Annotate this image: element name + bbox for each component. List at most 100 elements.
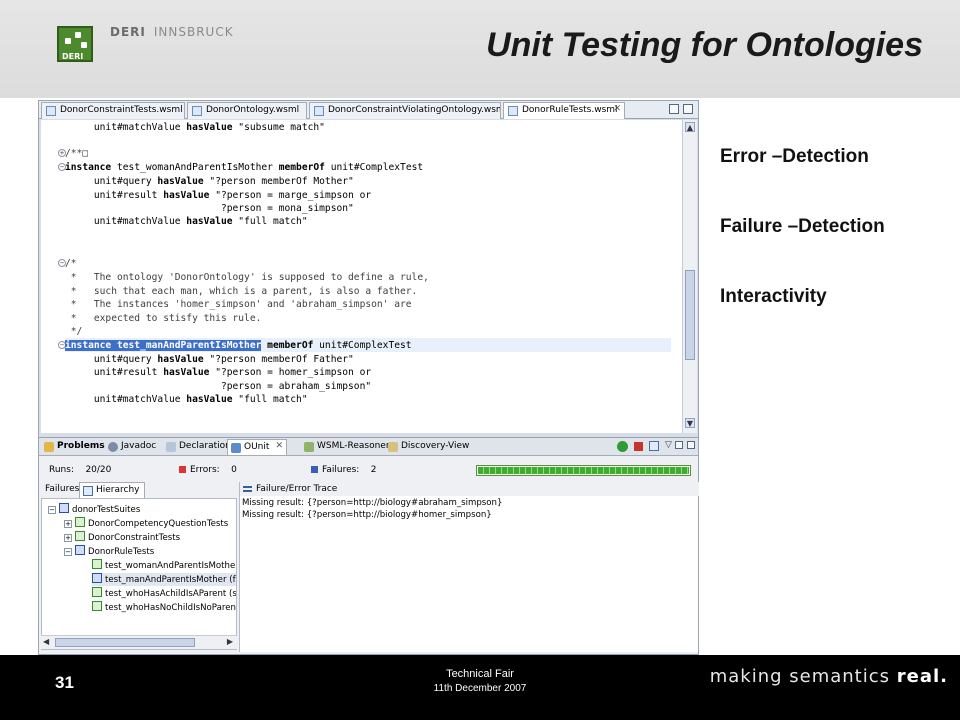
trace-line[interactable]: Missing result: {?person=http://biology#… xyxy=(242,510,492,520)
tab-declaration[interactable]: Declaration xyxy=(163,439,235,455)
tab-hierarchy[interactable]: Hierarchy xyxy=(79,482,145,498)
tab-donor-constraint-tests[interactable]: DonorConstraintTests.wsml xyxy=(41,102,185,119)
logo-primary: DERI xyxy=(110,25,146,39)
tree-node-test-selected[interactable]: test_manAndParentIsMother (ful xyxy=(92,573,236,586)
suite-failed-icon xyxy=(59,503,69,513)
trace-icon xyxy=(243,486,252,492)
tab-javadoc[interactable]: Javadoc xyxy=(105,439,160,455)
failures-stat: Failures: 2 xyxy=(311,465,377,475)
trace-line[interactable]: Missing result: {?person=http://biology#… xyxy=(242,498,502,508)
comment-line: * The ontology 'DonorOntology' is suppos… xyxy=(65,272,429,283)
maximize-icon[interactable] xyxy=(683,104,693,114)
trace-header: Failure/Error Trace xyxy=(240,482,699,496)
ounit-icon xyxy=(231,443,241,453)
tab-donor-constraint-violating[interactable]: DonorConstraintViolatingOntology.wsml xyxy=(309,102,501,119)
slide-header: DERI DERI INNSBRUCK Unit Testing for Onto… xyxy=(0,0,960,98)
code-line: unit#matchValue hasValue "full match" xyxy=(65,394,308,405)
scroll-thumb[interactable] xyxy=(55,638,195,647)
scroll-down-icon[interactable]: ▼ xyxy=(685,418,695,428)
code-line: ?person = mona_simpson" xyxy=(65,203,354,214)
tab-label: DonorRuleTests.wsml xyxy=(522,105,618,115)
code-line: unit#query hasValue "?person memberOf Mo… xyxy=(65,176,354,187)
comment-line: * such that each man, which is a parent,… xyxy=(65,286,418,297)
tab-problems[interactable]: Problems xyxy=(41,439,109,455)
test-progress-bar xyxy=(476,465,691,476)
tab-label: DonorConstraintTests.wsml xyxy=(60,105,183,115)
code-line: instance test_womanAndParentIsMother mem… xyxy=(65,162,424,173)
javadoc-icon xyxy=(108,442,118,452)
reasoner-icon xyxy=(304,442,314,452)
code-line: /**□ xyxy=(65,148,89,159)
tree-horizontal-scrollbar[interactable]: ◀ ▶ xyxy=(41,635,237,649)
logo-mark-text: DERI xyxy=(62,52,84,61)
tagline: making semantics real. xyxy=(710,666,948,687)
logo-dot xyxy=(65,38,71,44)
scroll-thumb[interactable] xyxy=(685,270,695,360)
close-tab-icon[interactable]: ✕ xyxy=(275,441,283,451)
runs-stat: Runs: 20/20 xyxy=(49,465,112,475)
suite-failed-icon xyxy=(75,545,85,555)
tree-node-root[interactable]: − donorTestSuites xyxy=(48,503,140,516)
code-line-selected: instance test_manAndParentIsMother membe… xyxy=(65,340,412,351)
tab-failures[interactable]: Failures xyxy=(41,482,83,498)
tab-donor-ontology[interactable]: DonorOntology.wsml xyxy=(187,102,307,119)
code-line: unit#query hasValue "?person memberOf Fa… xyxy=(65,354,354,365)
view-menu-icon[interactable]: ▽ xyxy=(665,439,672,450)
ounit-panel: Problems Javadoc Declaration OUnit ✕ WSML… xyxy=(39,437,699,654)
bullet-error-detection: Error –Detection xyxy=(720,146,869,167)
tab-ounit[interactable]: OUnit ✕ xyxy=(227,439,287,455)
close-tab-icon[interactable]: ✕ xyxy=(613,104,621,114)
maximize-icon[interactable] xyxy=(687,441,695,449)
tab-label: DonorConstraintViolatingOntology.wsml xyxy=(328,105,501,115)
wsml-file-icon xyxy=(192,106,202,116)
selected-text[interactable]: instance test_manAndParentIsMother xyxy=(65,340,262,351)
tree-node-suite[interactable]: + DonorConstraintTests xyxy=(64,531,180,544)
tree-node-suite[interactable]: − DonorRuleTests xyxy=(64,545,154,558)
tree-node-test[interactable]: test_whoHasNoChildIsNoParent ( xyxy=(92,601,236,614)
ide-screenshot: DonorConstraintTests.wsml DonorOntology.… xyxy=(38,100,699,655)
code-line: unit#result hasValue "?person = homer_si… xyxy=(65,367,372,378)
errors-stat: Errors: 0 xyxy=(179,465,237,475)
deri-logo: DERI xyxy=(57,26,93,62)
minimize-icon[interactable] xyxy=(669,104,679,114)
panel-tabbar: Problems Javadoc Declaration OUnit ✕ WSML… xyxy=(39,438,698,456)
comment-line: /* xyxy=(65,258,77,269)
test-failed-icon xyxy=(92,573,102,583)
tree-node-suite[interactable]: + DonorCompetencyQuestionTests xyxy=(64,517,228,530)
minimize-icon[interactable] xyxy=(675,441,683,449)
history-icon[interactable] xyxy=(649,441,659,451)
logo-secondary: INNSBRUCK xyxy=(153,25,234,39)
comment-line: */ xyxy=(65,326,83,337)
logo-dot xyxy=(81,42,87,48)
comment-line: * The instances 'homer_simpson' and 'abr… xyxy=(65,299,412,310)
tab-label: DonorOntology.wsml xyxy=(206,105,300,115)
tagline-emphasis: real. xyxy=(896,666,948,687)
suite-passed-icon xyxy=(75,517,85,527)
errors-value: 0 xyxy=(231,465,237,475)
tab-wsml-reasoner[interactable]: WSML-Reasoner xyxy=(301,439,394,455)
declaration-icon xyxy=(166,442,176,452)
tree-node-test[interactable]: test_whoHasAchildIsAParent (su xyxy=(92,587,236,600)
stop-icon[interactable] xyxy=(634,442,643,451)
wsml-file-icon xyxy=(314,106,324,116)
suite-passed-icon xyxy=(75,531,85,541)
discovery-icon xyxy=(388,442,398,452)
scroll-up-icon[interactable]: ▲ xyxy=(685,122,695,132)
wsml-file-icon xyxy=(508,106,518,116)
code-line: unit#matchValue hasValue "full match" xyxy=(65,216,308,227)
progress-fill xyxy=(478,467,689,474)
tagline-prefix: making semantics xyxy=(709,666,891,687)
editor-vertical-scrollbar[interactable]: ▲ ▼ xyxy=(682,120,697,433)
error-icon xyxy=(179,466,186,473)
tree-node-test[interactable]: test_womanAndParentIsMother ( xyxy=(92,559,236,572)
scroll-right-icon[interactable]: ▶ xyxy=(227,637,233,646)
code-editor[interactable]: unit#matchValue hasValue "subsume match"… xyxy=(41,120,697,433)
tab-donor-rule-tests[interactable]: DonorRuleTests.wsml ✕ xyxy=(503,102,625,119)
logo-wordmark: DERI INNSBRUCK xyxy=(110,25,234,39)
run-icon[interactable] xyxy=(617,441,628,452)
runs-value: 20/20 xyxy=(85,465,112,475)
editor-tabbar: DonorConstraintTests.wsml DonorOntology.… xyxy=(39,101,698,119)
tab-discovery-view[interactable]: Discovery-View xyxy=(385,439,473,455)
bullet-interactivity: Interactivity xyxy=(720,286,827,307)
scroll-left-icon[interactable]: ◀ xyxy=(43,637,49,646)
